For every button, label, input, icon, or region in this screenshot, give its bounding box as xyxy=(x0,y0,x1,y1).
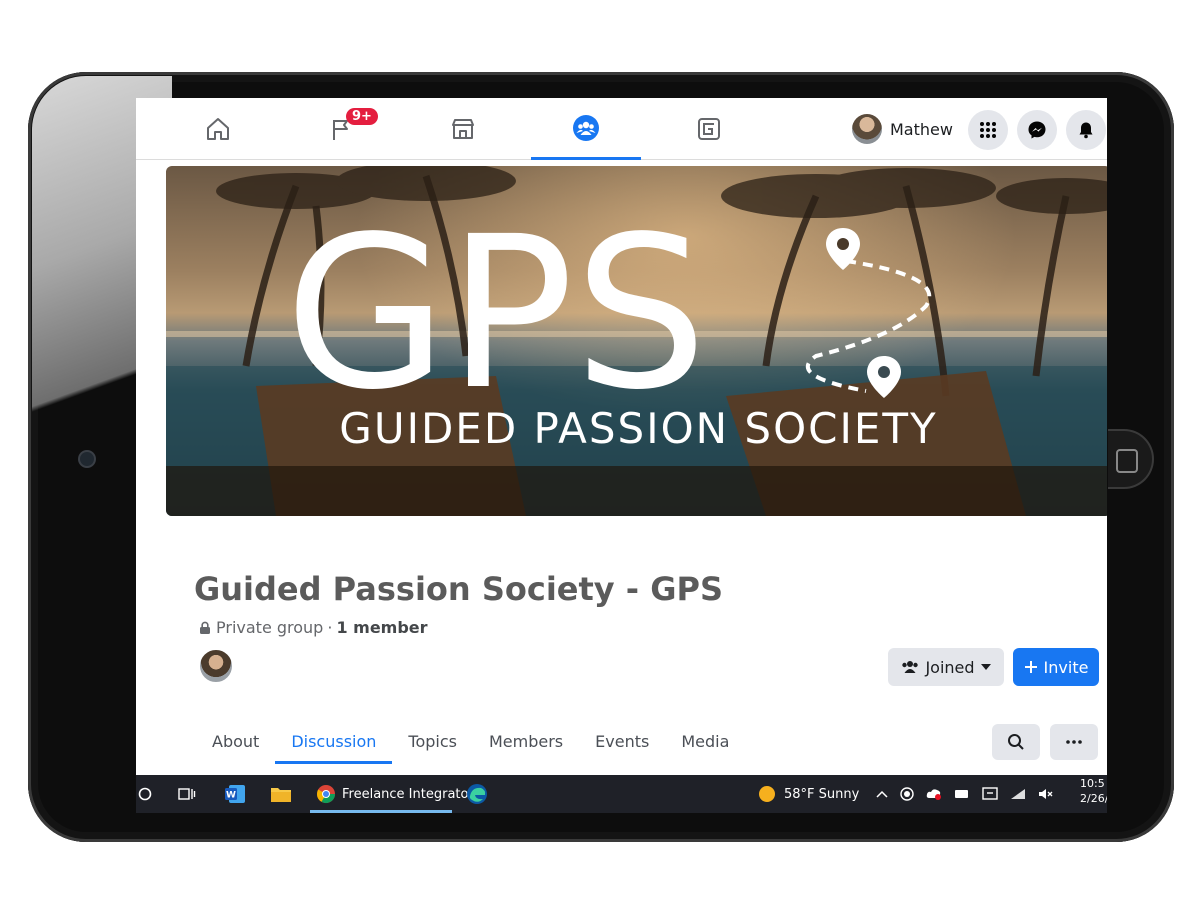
meta-separator: · xyxy=(327,618,333,637)
more-options-button[interactable] xyxy=(1050,724,1098,760)
member-avatar[interactable] xyxy=(198,648,234,684)
group-members-icon xyxy=(902,661,919,673)
group-title: Guided Passion Society - GPS xyxy=(194,570,723,608)
search-button[interactable] xyxy=(992,724,1040,760)
pages-tab[interactable] xyxy=(286,98,396,160)
battery-icon[interactable] xyxy=(954,789,970,799)
joined-button[interactable]: Joined xyxy=(888,648,1004,686)
chrome-icon xyxy=(317,785,335,804)
avatar xyxy=(852,114,882,144)
invite-label: Invite xyxy=(1043,657,1089,677)
plus-icon xyxy=(1024,661,1037,673)
marketplace-icon xyxy=(452,119,474,139)
clock-date: 2/26/ xyxy=(1080,792,1107,805)
messenger-icon xyxy=(1028,121,1046,139)
word-button[interactable]: W xyxy=(224,781,246,807)
meet-now-icon[interactable] xyxy=(982,787,998,801)
profile-chip[interactable]: Mathew xyxy=(852,114,953,144)
cover-subtitle: GUIDED PASSION SOCIETY xyxy=(339,404,938,453)
search-circle-button[interactable] xyxy=(138,781,152,807)
active-app-indicator xyxy=(310,810,452,813)
cover-photo: GPS GUIDED PASSION SOCIETY xyxy=(166,166,1107,516)
joined-label: Joined xyxy=(925,657,975,677)
file-explorer-button[interactable] xyxy=(270,781,292,807)
search-icon xyxy=(1008,734,1024,750)
windows-taskbar: W Freelance Integrato... 58°F Sunny 10:5… xyxy=(136,775,1107,813)
menu-grid-icon xyxy=(980,122,996,138)
clock-time: 10:5 xyxy=(1080,777,1105,790)
screen: 9+ Mathew GPS GUIDED PASSION SOCIETY Gui… xyxy=(136,98,1107,813)
group-meta: Private group · 1 member xyxy=(198,618,428,637)
tab-members[interactable]: Members xyxy=(473,722,579,764)
edge-button[interactable] xyxy=(466,781,488,807)
weather-widget[interactable]: 58°F Sunny xyxy=(758,781,859,807)
tab-media[interactable]: Media xyxy=(665,722,745,764)
task-view-button[interactable] xyxy=(178,781,196,807)
member-count[interactable]: 1 member xyxy=(336,618,427,637)
privacy-label: Private group xyxy=(216,618,324,637)
cloud-sync-icon[interactable] xyxy=(926,787,942,801)
gaming-tab[interactable] xyxy=(654,98,764,160)
tab-topics[interactable]: Topics xyxy=(392,722,473,764)
top-navigation: 9+ Mathew xyxy=(136,98,1107,160)
cover-logo: GPS xyxy=(285,191,708,436)
lock-icon xyxy=(200,621,210,634)
record-icon[interactable] xyxy=(900,787,914,801)
messenger-button[interactable] xyxy=(1017,110,1057,150)
svg-text:W: W xyxy=(226,791,236,801)
clock[interactable]: 10:5 2/26/ xyxy=(1080,777,1107,811)
groups-tab[interactable] xyxy=(531,98,641,160)
chrome-tab-label: Freelance Integrato... xyxy=(342,786,481,802)
home-button[interactable] xyxy=(1108,429,1154,489)
group-tabs: About Discussion Topics Members Events M… xyxy=(196,722,745,764)
menu-button[interactable] xyxy=(968,110,1008,150)
tab-events[interactable]: Events xyxy=(579,722,665,764)
tab-discussion[interactable]: Discussion xyxy=(275,722,393,764)
folder-icon xyxy=(271,788,291,802)
home-tab[interactable] xyxy=(163,98,273,160)
sun-icon xyxy=(759,786,775,802)
camera-icon xyxy=(80,452,94,466)
weather-label: 58°F Sunny xyxy=(784,786,860,802)
chevron-up-icon[interactable] xyxy=(876,790,888,798)
wifi-icon[interactable] xyxy=(1010,788,1026,800)
invite-button[interactable]: Invite xyxy=(1013,648,1099,686)
marketplace-tab[interactable] xyxy=(408,98,518,160)
tab-about[interactable]: About xyxy=(196,722,275,764)
gaming-icon xyxy=(698,118,720,140)
chrome-taskbar-item[interactable]: Freelance Integrato... xyxy=(316,781,481,807)
edge-icon xyxy=(467,784,487,804)
caret-down-icon xyxy=(980,664,991,670)
bell-icon xyxy=(1079,122,1093,139)
cover-scenery: GPS xyxy=(166,166,1107,516)
volume-muted-icon[interactable] xyxy=(1038,788,1054,800)
groups-icon xyxy=(573,114,599,141)
home-icon xyxy=(207,118,229,140)
word-icon: W xyxy=(225,785,245,803)
profile-name: Mathew xyxy=(890,119,953,139)
cortana-icon xyxy=(138,787,152,801)
notifications-button[interactable] xyxy=(1066,110,1106,150)
more-icon xyxy=(1066,740,1082,744)
system-tray xyxy=(876,781,1054,807)
notifications-badge: 9+ xyxy=(346,108,378,125)
task-view-icon xyxy=(178,788,196,800)
